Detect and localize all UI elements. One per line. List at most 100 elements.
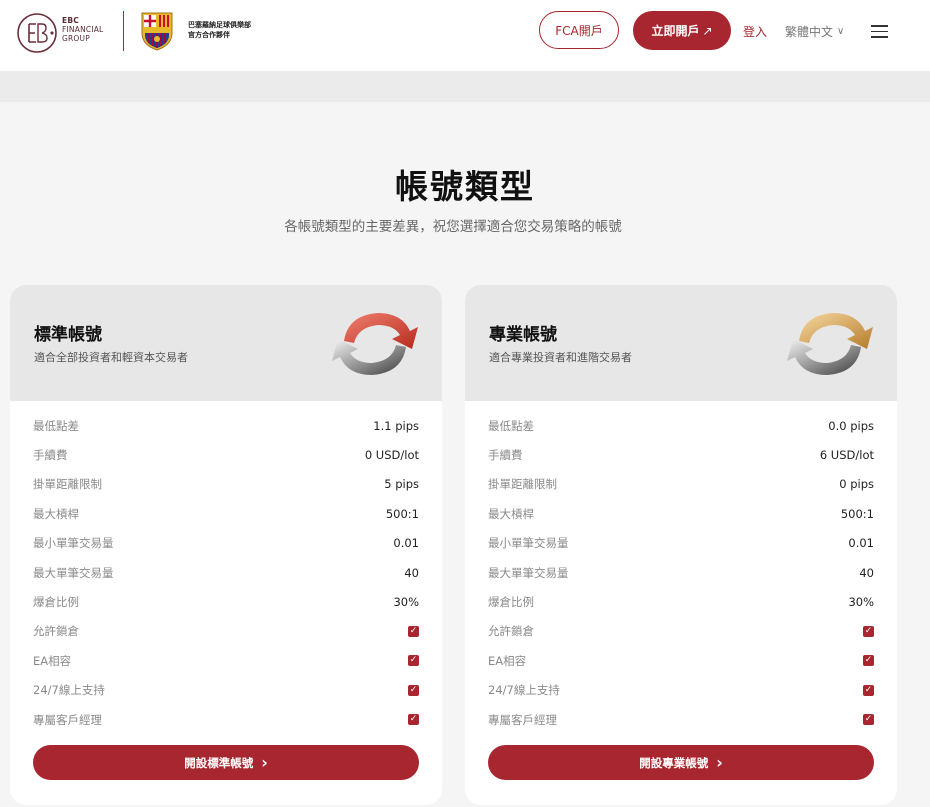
checkmark-icon: ✓ [408,625,419,637]
spec-label: 最大單筆交易量 [33,565,114,580]
card-description: 適合全部投資者和輕資本交易者 [34,351,188,364]
spec-row: 爆倉比例 30% [33,587,419,616]
open-account-label: 立即開戶 [651,24,700,38]
spec-row: 掛單距離限制 0 pips [488,470,874,499]
spec-value: 500:1 [385,506,419,521]
spec-label: 最低點差 [488,418,534,433]
partner-line: 官方合作夥伴 [188,31,230,39]
spec-row: 掛單距離限制 5 pips [33,470,419,499]
section-divider-band [0,72,930,102]
checkmark-icon: ✓ [408,655,419,667]
login-link[interactable]: 登入 [743,23,767,40]
partner-text: 巴塞羅納足球俱樂部 官方合作夥伴 [188,20,251,40]
spec-row: 最小單筆交易量 0.01 [488,529,874,558]
open-standard-account-button[interactable]: 開設標準帳號 › [33,745,419,780]
hamburger-menu-icon[interactable] [871,25,888,39]
feature-row: 專屬客戶經理 ✓ [33,705,419,734]
brand-line: EBC [62,16,79,25]
checkmark-icon: ✓ [863,714,874,726]
language-selector[interactable]: 繁體中文 ∨ [785,23,844,40]
card-description: 適合專業投資者和進階交易者 [489,351,632,364]
account-card-pro: 專業帳號 適合專業投資者和進階交易者 最低點差 0.0 pips 手續費 6 USD… [465,285,897,805]
spec-list: 最低點差 1.1 pips 手續費 0 USD/lot 掛單距離限制 5 pips 最… [33,411,419,734]
feature-label: EA相容 [33,653,72,668]
spec-value: 40 [859,565,874,580]
spec-value: 40 [404,565,419,580]
button-label: 開設標準帳號 [184,755,254,770]
spec-label: 最大槓桿 [33,506,79,521]
fca-open-account-button[interactable]: FCA開戶 [539,11,619,49]
spec-value: 500:1 [840,506,874,521]
spec-row: 最大單筆交易量 40 [488,558,874,587]
spec-value: 0 pips [839,477,874,492]
arrow-up-right-icon: ↗ [702,23,713,38]
spec-label: 手續費 [488,448,523,463]
button-label: 開設專業帳號 [639,755,709,770]
spec-row: 最大槓桿 500:1 [33,499,419,528]
spec-label: 爆倉比例 [488,595,534,610]
checkmark-icon: ✓ [863,625,874,637]
logo-divider [123,11,124,51]
spec-row: 最低點差 0.0 pips [488,411,874,440]
spec-value: 6 USD/lot [819,448,874,463]
page-subtitle: 各帳號類型的主要差異，祝您選擇適合您交易策略的帳號 [284,219,622,235]
fc-barcelona-crest-icon [141,12,173,51]
feature-row: 允許鎖倉 ✓ [488,617,874,646]
gold-silver-cycle-arrows-icon [787,313,873,375]
feature-row: 24/7線上支持 ✓ [33,676,419,705]
feature-label: 專屬客戶經理 [488,712,557,727]
spec-value: 1.1 pips [373,418,419,433]
checkmark-icon: ✓ [408,684,419,696]
card-title: 專業帳號 [489,325,557,345]
feature-row: EA相容 ✓ [488,646,874,675]
spec-label: 掛單距離限制 [488,477,557,492]
spec-value: 0 USD/lot [364,448,419,463]
spec-label: 最小單筆交易量 [488,536,569,551]
card-header: 標準帳號 適合全部投資者和輕資本交易者 [10,285,442,401]
feature-label: EA相容 [488,653,527,668]
spec-label: 最低點差 [33,418,79,433]
feature-row: 允許鎖倉 ✓ [33,617,419,646]
spec-row: 最小單筆交易量 0.01 [33,529,419,558]
card-title: 標準帳號 [34,325,102,345]
feature-label: 24/7線上支持 [488,683,560,698]
ebc-logo-icon[interactable] [16,12,58,54]
chevron-right-icon: › [261,753,268,772]
fca-open-account-label: FCA開戶 [555,23,603,38]
spec-value: 5 pips [384,477,419,492]
red-silver-cycle-arrows-icon [332,313,418,375]
feature-label: 24/7線上支持 [33,683,105,698]
chevron-right-icon: › [716,753,723,772]
feature-row: EA相容 ✓ [33,646,419,675]
spec-row: 爆倉比例 30% [488,587,874,616]
checkmark-icon: ✓ [408,714,419,726]
feature-row: 專屬客戶經理 ✓ [488,705,874,734]
spec-row: 最大槓桿 500:1 [488,499,874,528]
spec-label: 掛單距離限制 [33,477,102,492]
partner-line: 巴塞羅納足球俱樂部 [188,21,251,29]
spec-row: 最低點差 1.1 pips [33,411,419,440]
spec-value: 30% [393,595,419,610]
spec-label: 最大槓桿 [488,506,534,521]
feature-label: 允許鎖倉 [488,624,534,639]
spec-label: 爆倉比例 [33,595,79,610]
checkmark-icon: ✓ [863,684,874,696]
spec-value: 30% [848,595,874,610]
spec-value: 0.01 [393,536,419,551]
spec-row: 手續費 6 USD/lot [488,440,874,469]
spec-value: 0.01 [848,536,874,551]
account-card-standard: 標準帳號 適合全部投資者和輕資本交易者 最低點差 1.1 pips 手續費 0 US… [10,285,442,805]
open-account-button[interactable]: 立即開戶 ↗ [633,11,731,50]
feature-row: 24/7線上支持 ✓ [488,676,874,705]
spec-label: 手續費 [33,448,68,463]
checkmark-icon: ✓ [863,655,874,667]
feature-label: 專屬客戶經理 [33,712,102,727]
spec-label: 最小單筆交易量 [33,536,114,551]
chevron-down-icon: ∨ [837,26,845,37]
spec-value: 0.0 pips [828,418,874,433]
card-header: 專業帳號 適合專業投資者和進階交易者 [465,285,897,401]
feature-label: 允許鎖倉 [33,624,79,639]
page-title: 帳號類型 [395,167,535,206]
spec-row: 手續費 0 USD/lot [33,440,419,469]
open-pro-account-button[interactable]: 開設專業帳號 › [488,745,874,780]
